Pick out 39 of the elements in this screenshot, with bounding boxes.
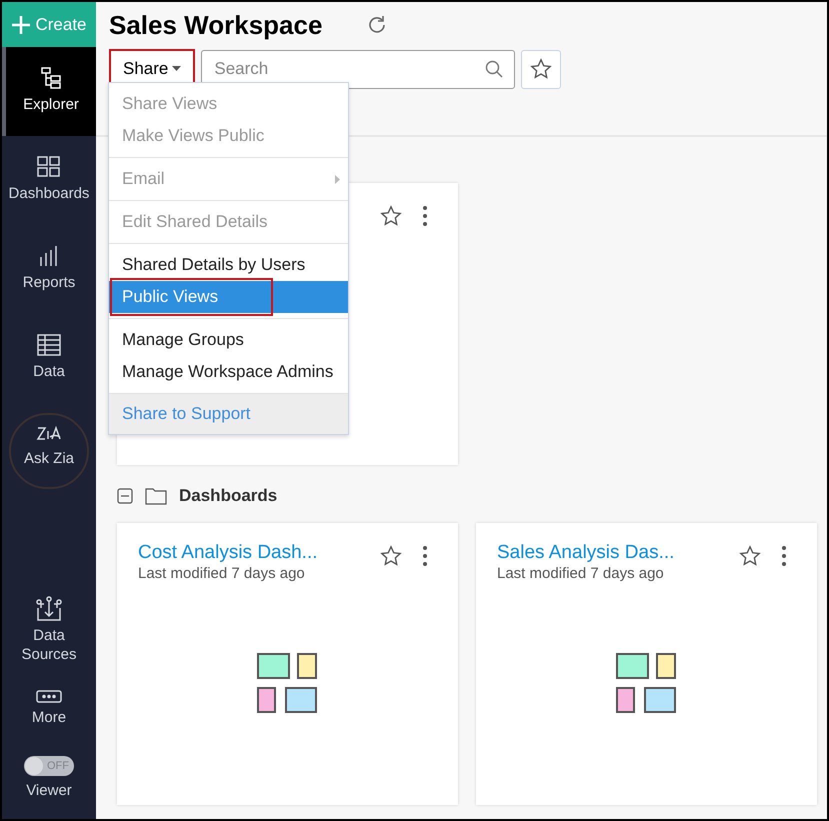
more-icon <box>36 690 62 704</box>
card-subtitle: Last modified 7 days ago <box>138 564 306 582</box>
more-options-icon[interactable] <box>781 544 787 566</box>
data-sources-icon <box>35 596 63 622</box>
sidebar-item[interactable]: Dashboards <box>2 136 96 225</box>
caret-icon <box>172 66 182 72</box>
menu-item[interactable]: Manage Groups <box>109 324 348 356</box>
collapse-icon[interactable] <box>117 488 133 504</box>
favorite-button[interactable] <box>521 50 562 88</box>
explorer-tree-icon <box>39 66 63 90</box>
star-icon[interactable] <box>380 205 402 227</box>
dashboard-thumbnail-icon <box>256 652 318 714</box>
star-icon[interactable] <box>739 544 761 566</box>
dashboard-card[interactable]: Cost Analysis Dash... Last modified 7 days ago <box>117 522 458 804</box>
submenu-arrow-icon <box>335 174 340 184</box>
table-icon <box>36 333 62 358</box>
search-field[interactable]: Search <box>201 50 516 88</box>
more-options-icon[interactable] <box>422 544 428 566</box>
dashboard-thumbnail-icon <box>616 652 678 714</box>
star-icon <box>530 58 552 80</box>
sidebar-item[interactable]: Data <box>2 314 96 403</box>
sidebar-item[interactable]: More <box>2 669 96 747</box>
sidebar-item[interactable]: Data Sources <box>2 591 96 669</box>
sidebar-item[interactable]: Explorer <box>2 47 96 136</box>
dashboard-card[interactable]: Sales Analysis Das... Last modified 7 days ago <box>476 522 817 804</box>
plus-icon <box>11 14 32 34</box>
menu-item[interactable]: Manage Workspace Admins <box>109 356 348 388</box>
menu-item[interactable]: Shared Details by Users <box>109 249 348 281</box>
section-title: Dashboards <box>179 485 278 507</box>
folder-icon <box>145 486 167 505</box>
more-options-icon[interactable] <box>422 205 428 227</box>
search-icon <box>485 60 504 78</box>
card-subtitle: Last modified 7 days ago <box>497 564 665 582</box>
page-title: Sales Workspace <box>109 8 322 42</box>
viewer-label: Viewer <box>26 780 72 801</box>
bar-chart-icon <box>38 244 60 268</box>
sidebar-item[interactable]: Reports <box>2 225 96 314</box>
grid-icon <box>36 155 62 180</box>
star-icon[interactable] <box>380 544 402 566</box>
